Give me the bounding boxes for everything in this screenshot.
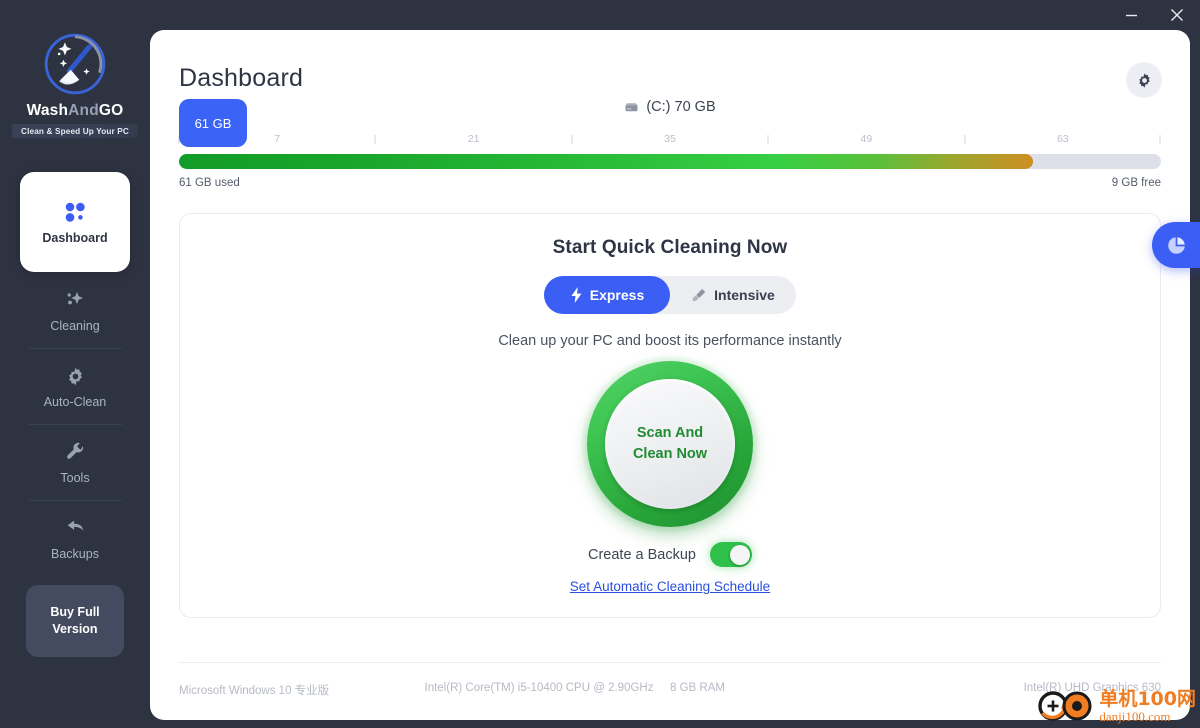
free-legend: 9 GB free [1111, 177, 1161, 189]
sidebar-item-label: Backups [51, 547, 99, 562]
footer-divider [179, 662, 1161, 663]
sidebar-item-dashboard[interactable]: Dashboard [20, 172, 130, 272]
lightning-bolt-icon [571, 287, 582, 303]
hard-drive-icon [625, 102, 638, 111]
footer-gpu: Intel(R) UHD Graphics 630 [1023, 682, 1161, 694]
ruler-tick-label: 63 [1056, 133, 1069, 145]
title-bar [0, 0, 1200, 30]
gear-icon [65, 363, 86, 389]
sidebar-item-backups[interactable]: Backups [20, 500, 130, 576]
quick-cleaning-card: Start Quick Cleaning Now Express Intensi… [179, 213, 1161, 618]
sidebar-item-auto-clean[interactable]: Auto-Clean [20, 348, 130, 424]
sidebar-item-tools[interactable]: Tools [20, 424, 130, 500]
footer-ram: 8 GB RAM [670, 682, 725, 694]
ruler-tick-label: 49 [860, 133, 873, 145]
main-panel: Dashboard (C:) 70 GB 7 21 35 49 63 61 GB… [150, 30, 1190, 720]
scan-button-label: Scan And Clean Now [633, 423, 707, 465]
footer-cpu: Intel(R) Core(TM) i5-10400 CPU @ 2.90GHz [424, 682, 654, 694]
card-title: Start Quick Cleaning Now [552, 237, 788, 258]
system-info-footer: Microsoft Windows 10 专业版 Intel(R) Core(T… [179, 682, 1161, 698]
toggle-knob [729, 544, 750, 565]
disk-ruler: 7 21 35 49 63 61 GB [178, 99, 1161, 152]
brand-name-part2: And [68, 102, 99, 119]
page-title: Dashboard [179, 64, 304, 92]
buy-button-line1: Buy Full [50, 605, 100, 620]
sidebar-item-cleaning[interactable]: Cleaning [20, 272, 130, 348]
scan-and-clean-button[interactable]: Scan And Clean Now [605, 379, 735, 509]
buy-button-label: Buy Full Version [50, 604, 99, 638]
undo-arrow-icon [64, 515, 86, 541]
scan-button-line2: Clean Now [632, 446, 708, 462]
pie-chart-icon [1167, 236, 1185, 254]
grid-dots-icon [63, 199, 87, 225]
set-automatic-cleaning-schedule-link[interactable]: Set Automatic Cleaning Schedule [180, 579, 1160, 594]
tab-intensive[interactable]: Intensive [670, 276, 796, 314]
buy-button-line2: Version [52, 622, 98, 636]
brand-block: WashAndGO Clean & Speed Up Your PC [0, 28, 150, 138]
disk-usage-meter: (C:) 70 GB 7 21 35 49 63 61 GB 61 GB use… [178, 96, 1161, 189]
backup-label: Create a Backup [587, 546, 696, 563]
disk-title: (C:) 70 GB [179, 96, 1161, 118]
brush-icon [692, 288, 706, 302]
footer-os: Microsoft Windows 10 专业版 [179, 685, 330, 697]
disk-usage-bar [179, 154, 1161, 169]
tab-intensive-label: Intensive [714, 287, 775, 303]
tab-express-label: Express [589, 287, 645, 303]
create-backup-toggle[interactable] [710, 542, 752, 567]
broom-sparkle-icon [44, 33, 106, 95]
sidebar-item-label: Tools [60, 471, 90, 486]
card-subtitle: Clean up your PC and boost its performan… [498, 333, 842, 349]
sidebar-nav: Dashboard Cleaning Auto-Clean Tools Back… [20, 172, 130, 576]
ruler-tick-label: 35 [664, 133, 676, 145]
sidebar-item-label: Dashboard [42, 231, 108, 246]
wrench-icon [65, 439, 86, 465]
buy-full-version-button[interactable]: Buy Full Version [26, 585, 124, 657]
ruler-tick-mark [374, 135, 376, 144]
disk-legend: 61 GB used 9 GB free [179, 177, 1161, 189]
used-legend: 61 GB used [179, 177, 240, 189]
brand-tagline: Clean & Speed Up Your PC [12, 124, 138, 138]
ruler-tick-label: 21 [467, 133, 480, 145]
ruler-tick-mark [767, 135, 769, 144]
settings-button[interactable] [1126, 62, 1162, 98]
backup-row: Create a Backup [180, 542, 1160, 567]
gear-icon [1138, 72, 1150, 88]
used-space-badge: 61 GB [179, 99, 247, 147]
ruler-tick-mark [964, 135, 966, 144]
brand-name: WashAndGO [0, 102, 150, 120]
disk-usage-bar-fill [179, 154, 1034, 169]
cleaning-mode-tabs: Express Intensive [544, 276, 796, 314]
application-window: WashAndGO Clean & Speed Up Your PC Dashb… [0, 0, 1200, 728]
stats-side-tab[interactable] [1152, 222, 1200, 268]
scan-button-wrapper: Scan And Clean Now [581, 355, 759, 533]
brand-name-part1: Wash [26, 102, 69, 119]
brand-name-part3: GO [98, 102, 124, 119]
disk-label: (C:) 70 GB [646, 99, 716, 115]
close-button[interactable] [1154, 0, 1200, 30]
ruler-tick-mark [1159, 135, 1161, 144]
sidebar: WashAndGO Clean & Speed Up Your PC Dashb… [0, 0, 150, 728]
ruler-tick-label: 7 [274, 133, 281, 145]
tab-express[interactable]: Express [544, 276, 670, 314]
sparkle-icon [64, 287, 86, 313]
sidebar-item-label: Auto-Clean [43, 395, 107, 410]
scan-button-line1: Scan And [636, 424, 704, 441]
sidebar-nav-group: Dashboard Cleaning Auto-Clean Tools Back… [20, 172, 130, 576]
minimize-button[interactable] [1108, 0, 1154, 30]
sidebar-item-label: Cleaning [50, 319, 100, 334]
ruler-tick-mark [571, 135, 573, 144]
